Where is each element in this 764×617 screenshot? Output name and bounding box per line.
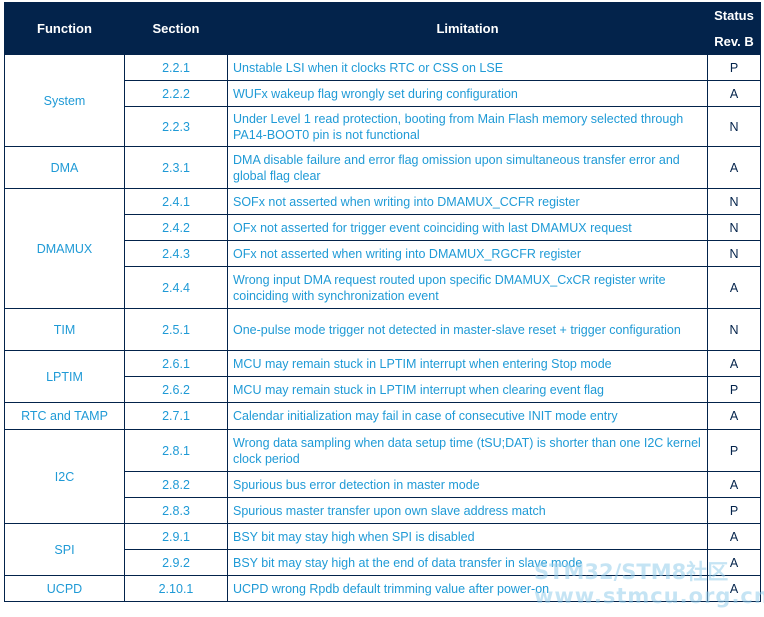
table-row: I2C 2.8.1 Wrong data sampling when data se…	[4, 429, 761, 524]
status-cell: N	[707, 106, 761, 147]
limitation-cell: Spurious master transfer upon own slave …	[227, 497, 708, 524]
limitation-cell: MCU may remain stuck in LPTIM interrupt …	[227, 376, 708, 403]
limitation-cell: BSY bit may stay high at the end of data…	[227, 549, 708, 576]
status-cell: P	[707, 54, 761, 81]
section-cell: 2.4.1	[124, 188, 228, 215]
header-section: Section	[124, 2, 228, 55]
limitation-cell: Under Level 1 read protection, booting f…	[227, 106, 708, 147]
section-cell: 2.7.1	[124, 402, 228, 430]
table-row: UCPD 2.10.1 UCPD wrong Rpdb default trimmi…	[4, 575, 761, 602]
limitation-cell: BSY bit may stay high when SPI is disabl…	[227, 523, 708, 550]
table-row: SPI 2.9.1 BSY bit may stay high when SPI i…	[4, 523, 761, 576]
header-revision: Rev. B	[707, 27, 761, 55]
section-cell: 2.2.2	[124, 80, 228, 107]
status-cell: A	[707, 549, 761, 576]
table-row: LPTIM 2.6.1 MCU may remain stuck in LPTIM …	[4, 350, 761, 403]
section-cell: 2.5.1	[124, 308, 228, 351]
status-cell: A	[707, 523, 761, 550]
limitation-cell: One-pulse mode trigger not detected in m…	[227, 308, 708, 351]
header-limitation: Limitation	[227, 2, 708, 55]
status-cell: A	[707, 471, 761, 498]
section-cell: 2.10.1	[124, 575, 228, 602]
limitation-cell: SOFx not asserted when writing into DMAM…	[227, 188, 708, 215]
section-cell: 2.8.3	[124, 497, 228, 524]
section-cell: 2.8.2	[124, 471, 228, 498]
status-cell: P	[707, 376, 761, 403]
function-cell: SPI	[4, 523, 125, 576]
limitation-cell: MCU may remain stuck in LPTIM interrupt …	[227, 350, 708, 377]
function-cell: DMA	[4, 146, 125, 189]
status-cell: A	[707, 266, 761, 309]
status-cell: A	[707, 350, 761, 377]
header-function: Function	[4, 2, 125, 55]
status-cell: N	[707, 308, 761, 351]
status-cell: A	[707, 402, 761, 430]
section-cell: 2.6.2	[124, 376, 228, 403]
function-cell: TIM	[4, 308, 125, 351]
limitation-cell: OFx not asserted when writing into DMAMU…	[227, 240, 708, 267]
limitation-cell: Wrong data sampling when data setup time…	[227, 429, 708, 472]
limitation-cell: Wrong input DMA request routed upon spec…	[227, 266, 708, 309]
function-cell: UCPD	[4, 575, 125, 602]
status-cell: P	[707, 497, 761, 524]
section-cell: 2.2.3	[124, 106, 228, 147]
section-cell: 2.9.1	[124, 523, 228, 550]
table-row: RTC and TAMP 2.7.1 Calendar initialization…	[4, 402, 761, 430]
status-cell: N	[707, 188, 761, 215]
status-cell: A	[707, 146, 761, 189]
status-cell: N	[707, 214, 761, 241]
limitation-cell: OFx not asserted for trigger event coinc…	[227, 214, 708, 241]
function-cell: LPTIM	[4, 350, 125, 403]
table-row: TIM 2.5.1 One-pulse mode trigger not detec…	[4, 308, 761, 351]
limitation-cell: UCPD wrong Rpdb default trimming value a…	[227, 575, 708, 602]
limitation-cell: Spurious bus error detection in master m…	[227, 471, 708, 498]
function-cell: System	[4, 54, 125, 147]
limitation-cell: Unstable LSI when it clocks RTC or CSS o…	[227, 54, 708, 81]
limitation-cell: Calendar initialization may fail in case…	[227, 402, 708, 430]
section-cell: 2.3.1	[124, 146, 228, 189]
section-cell: 2.8.1	[124, 429, 228, 472]
table-row: DMA 2.3.1 DMA disable failure and error fl…	[4, 146, 761, 189]
section-cell: 2.4.4	[124, 266, 228, 309]
section-cell: 2.9.2	[124, 549, 228, 576]
status-cell: A	[707, 575, 761, 602]
function-cell: I2C	[4, 429, 125, 524]
section-cell: 2.6.1	[124, 350, 228, 377]
limitation-cell: DMA disable failure and error flag omiss…	[227, 146, 708, 189]
table-body: System 2.2.1 Unstable LSI when it clocks R…	[4, 54, 761, 602]
limitation-cell: WUFx wakeup flag wrongly set during conf…	[227, 80, 708, 107]
section-cell: 2.4.2	[124, 214, 228, 241]
limitations-table: Function Section Limitation Status Rev. …	[4, 2, 761, 602]
status-cell: A	[707, 80, 761, 107]
section-cell: 2.2.1	[124, 54, 228, 81]
table-row: DMAMUX 2.4.1 SOFx not asserted when writin…	[4, 188, 761, 309]
section-cell: 2.4.3	[124, 240, 228, 267]
function-cell: RTC and TAMP	[4, 402, 125, 430]
header-status: Status	[707, 2, 761, 28]
status-cell: P	[707, 429, 761, 472]
status-cell: N	[707, 240, 761, 267]
table-row: System 2.2.1 Unstable LSI when it clocks R…	[4, 54, 761, 147]
function-cell: DMAMUX	[4, 188, 125, 309]
